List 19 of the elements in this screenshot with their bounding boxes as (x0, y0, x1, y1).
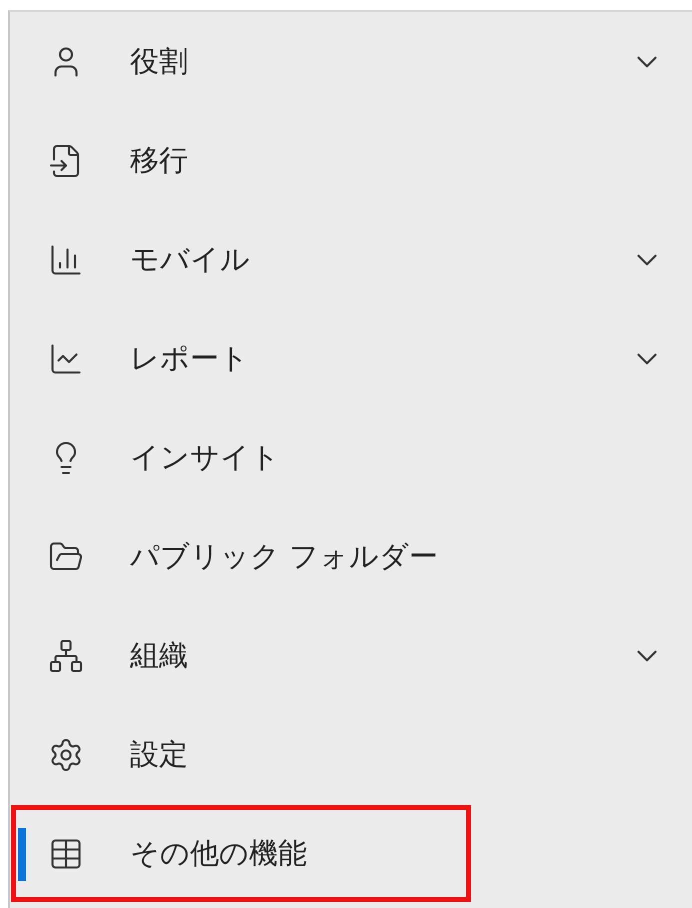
nav-item[interactable]: 役割 (10, 12, 692, 111)
nav-label: パブリック フォルダー (130, 538, 440, 574)
nav-label: その他の機能 (130, 834, 308, 872)
nav-label: インサイト (130, 438, 281, 476)
highlighted-nav-item[interactable]: その他の機能 (10, 804, 472, 903)
hierarchy-icon (48, 638, 84, 674)
nav-label: 移行 (130, 142, 189, 178)
nav-item[interactable]: 移行 (10, 111, 692, 210)
nav-item[interactable]: モバイル (10, 210, 692, 309)
nav-item[interactable]: レポート (10, 309, 692, 408)
nav-label: 役割 (130, 42, 189, 80)
nav-label: モバイル (130, 240, 251, 278)
nav-item[interactable]: インサイト (10, 408, 692, 507)
nav-item[interactable]: 組織 (10, 606, 692, 705)
nav-label: レポート (130, 340, 250, 376)
nav-item[interactable]: 設定 (10, 705, 692, 804)
nav-item[interactable]: パブリック フォルダー (10, 507, 692, 606)
nav-label: 設定 (130, 736, 189, 772)
nav-label: 組織 (130, 636, 189, 674)
